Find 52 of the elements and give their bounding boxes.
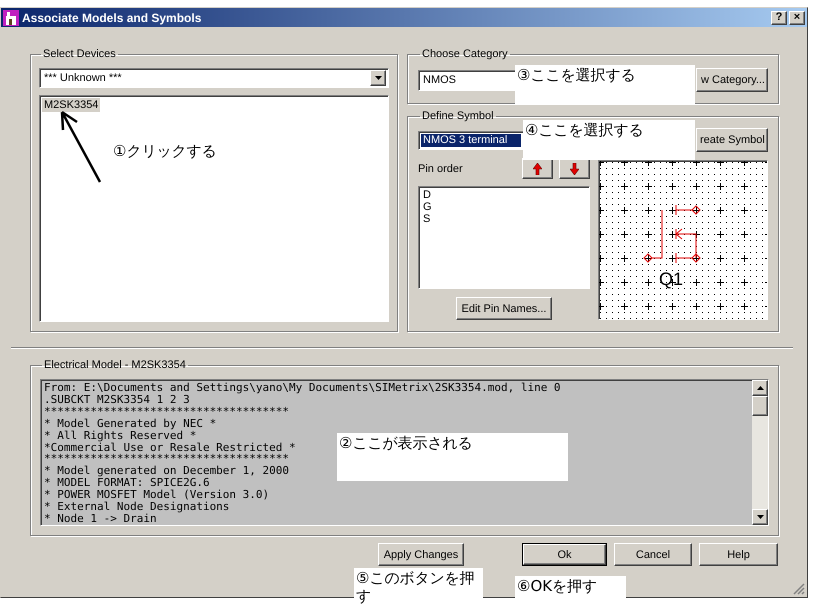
scroll-thumb[interactable] — [752, 396, 768, 416]
scroll-up-icon[interactable] — [752, 380, 768, 396]
create-symbol-button[interactable]: reate Symbol — [696, 128, 768, 152]
model-text-line: * POWER MOSFET Model (Version 3.0) — [44, 489, 270, 502]
device-dropdown[interactable]: *** Unknown *** — [39, 68, 389, 88]
help-button[interactable]: Help — [699, 543, 778, 566]
model-text-line: ************************************* — [44, 406, 290, 418]
window-title: Associate Models and Symbols — [22, 10, 202, 24]
move-down-button[interactable] — [559, 158, 590, 179]
group-label: Select Devices — [42, 48, 117, 61]
model-text-line: * All Rights Reserved * — [44, 430, 196, 442]
model-text-line: *Commercial Use or Resale Restricted * — [44, 442, 296, 454]
model-text-line: ************************************* — [44, 453, 290, 466]
pin-order-label: Pin order — [418, 162, 464, 174]
up-arrow-icon — [533, 162, 542, 174]
symbol-dropdown[interactable]: NMOS 3 terminal — [418, 130, 524, 150]
close-button[interactable]: × — [789, 10, 805, 24]
model-text-line: .SUBCKT M2SK3354 1 2 3 — [44, 394, 190, 406]
group-label: Define Symbol — [421, 110, 495, 123]
pin-list-item[interactable]: S — [423, 213, 585, 225]
category-field[interactable]: NMOS — [418, 70, 516, 90]
move-up-button[interactable] — [522, 158, 553, 179]
edit-pin-names-button[interactable]: Edit Pin Names... — [456, 297, 552, 320]
vertical-scrollbar[interactable] — [752, 380, 768, 525]
annotation-note: ②ここが表示される — [337, 433, 568, 481]
annotation-note: ⑤このボタンを押す — [354, 568, 483, 606]
ok-button[interactable]: Ok — [522, 543, 607, 566]
model-text-line: From: E:\Documents and Settings\yano\My Documents\SIMetrix\2SK3354.mod, line 0 — [44, 382, 561, 394]
resize-grip-icon[interactable] — [793, 583, 805, 595]
model-text-line: * Model generated on December 1, 2000 — [44, 465, 290, 478]
down-arrow-icon — [570, 162, 579, 174]
device-list-item[interactable]: M2SK3354 — [42, 98, 100, 112]
designator-label: Q1 — [659, 269, 684, 289]
cancel-button[interactable]: Cancel — [614, 543, 692, 566]
app-icon — [3, 10, 19, 26]
help-button[interactable]: ? — [771, 10, 787, 24]
pin-list-item[interactable]: D — [423, 189, 585, 201]
model-text-line: * External Node Designations — [44, 501, 230, 513]
annotation-note: ⑥OKを押す — [515, 576, 626, 598]
group-label: Choose Category — [421, 48, 509, 61]
model-text-line: * Node 1 -> Drain — [44, 512, 157, 525]
annotation-note: ④ここを選択する — [523, 120, 695, 160]
apply-changes-button[interactable]: Apply Changes — [378, 543, 464, 566]
model-text-line: * MODEL FORMAT: SPICE2G.6 — [44, 477, 210, 490]
model-text-line: * Model Generated by NEC * — [44, 418, 216, 430]
group-label: Electrical Model - M2SK3354 — [43, 359, 187, 372]
annotation-note: ③ここを選択する — [515, 65, 695, 104]
annotation-note: ①クリックする — [113, 142, 216, 160]
pin-list-item[interactable]: G — [423, 201, 585, 213]
new-category-button[interactable]: w Category... — [696, 68, 768, 92]
scroll-down-icon[interactable] — [752, 509, 768, 525]
mosfet-symbol-drawing — [643, 204, 701, 264]
